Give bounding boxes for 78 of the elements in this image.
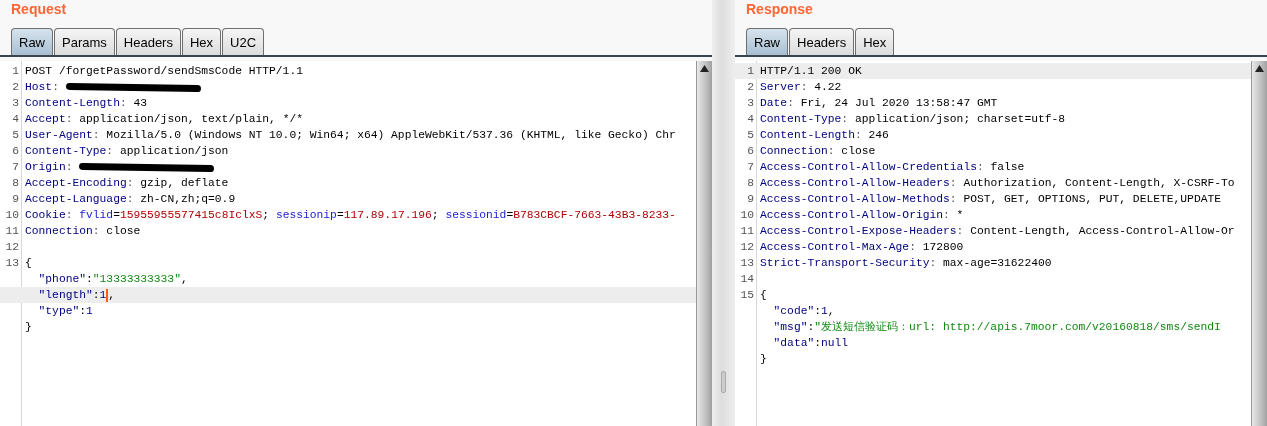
code-line: Date: Fri, 24 Jul 2020 13:58:47 GMT xyxy=(759,96,998,111)
line-number: 6 xyxy=(747,145,754,157)
code-line: Access-Control-Allow-Origin: * xyxy=(759,208,964,223)
line-number: 12 xyxy=(5,241,19,253)
line-number: 3 xyxy=(747,97,754,109)
code-line: Access-Control-Max-Age: 172800 xyxy=(759,240,964,255)
line-number: 9 xyxy=(747,193,754,205)
line-number: 2 xyxy=(12,81,19,93)
code-line: Connection: close xyxy=(759,144,876,159)
line-number: 8 xyxy=(747,177,754,189)
line-number: 5 xyxy=(747,129,754,141)
code-line: Content-Length: 43 xyxy=(24,96,148,111)
line-number: 13 xyxy=(740,257,754,269)
code-line: Accept-Language: zh-CN,zh;q=0.9 xyxy=(24,192,236,207)
code-line: "msg":"发送短信验证码：url: http://apis.7moor.com/v20160818/sms/sendI xyxy=(772,320,1221,335)
pane-title: Response xyxy=(745,0,814,19)
tab[interactable]: Params xyxy=(54,28,115,55)
line-number: 6 xyxy=(12,145,19,157)
code-line: Accept-Encoding: gzip, deflate xyxy=(24,176,229,191)
tab[interactable]: Hex xyxy=(181,28,222,55)
tab[interactable]: Hex xyxy=(855,28,895,55)
code-line: { xyxy=(759,288,767,303)
line-number: 14 xyxy=(740,273,754,285)
line-number: 3 xyxy=(12,97,19,109)
scrollbar[interactable] xyxy=(1251,61,1267,426)
up-arrow-icon[interactable] xyxy=(700,65,709,72)
code-line: "type":1 xyxy=(37,304,93,319)
code-line: HTTP/1.1 200 OK xyxy=(759,64,862,79)
code-line: Access-Control-Allow-Methods: POST, GET, OPTIONS, PUT, DELETE,UPDATE xyxy=(759,192,1221,207)
editor-panel[interactable] xyxy=(0,61,696,426)
code-line: "length":1 , xyxy=(37,287,116,303)
code-line: "phone":"13333333333", xyxy=(37,272,188,287)
pane-title: Request xyxy=(10,0,68,19)
code-line: } xyxy=(759,352,767,367)
tab[interactable]: Raw xyxy=(746,28,788,55)
code-line: Access-Control-Allow-Headers: Authorization, Content-Length, X-CSRF-To xyxy=(759,176,1235,191)
scrollbar[interactable] xyxy=(696,61,712,426)
editor-panel[interactable] xyxy=(735,61,1251,426)
code-line: "data":null xyxy=(772,336,849,351)
code-line: { xyxy=(24,256,32,271)
code-line: Content-Type: application/json xyxy=(24,144,229,159)
code-line: Content-Type: application/json; charset=utf-8 xyxy=(759,112,1066,127)
code-line: Access-Control-Expose-Headers: Content-Length, Access-Control-Allow-Or xyxy=(759,224,1235,239)
tab[interactable]: U2C xyxy=(222,28,265,55)
line-number: 1 xyxy=(12,65,19,77)
tab[interactable]: Raw xyxy=(11,28,53,55)
code-line: User-Agent: Mozilla/5.0 (Windows NT 10.0; Win64; x64) AppleWebKit/537.36 (KHTML, like Gecko) Chr xyxy=(24,128,676,143)
line-number: 12 xyxy=(740,241,754,253)
code-line: Accept: application/json, text/plain, */* xyxy=(24,112,303,127)
code-line: } xyxy=(24,320,32,335)
line-number: 1 xyxy=(747,65,754,77)
line-number: 4 xyxy=(747,113,754,125)
line-number: 10 xyxy=(5,209,19,221)
code-line: Access-Control-Allow-Credentials: false xyxy=(759,160,1025,175)
code-line: "code":1, xyxy=(772,304,835,319)
line-number: 11 xyxy=(740,225,754,237)
code-line: Origin: xyxy=(23,159,215,175)
code-line: Host: xyxy=(23,79,201,95)
line-number: 10 xyxy=(740,209,754,221)
line-number: 15 xyxy=(740,289,754,301)
code-line: Strict-Transport-Security: max-age=31622400 xyxy=(759,256,1052,271)
line-number: 8 xyxy=(12,177,19,189)
line-number: 7 xyxy=(747,161,754,173)
code-line: Content-Length: 246 xyxy=(759,128,889,143)
line-number: 13 xyxy=(5,257,19,269)
tab[interactable]: Headers xyxy=(115,28,181,55)
tab[interactable]: Headers xyxy=(789,28,855,55)
line-number: 2 xyxy=(747,81,754,93)
up-arrow-icon[interactable] xyxy=(1255,65,1264,72)
line-number: 5 xyxy=(12,129,19,141)
line-number: 9 xyxy=(12,193,19,205)
line-number: 4 xyxy=(12,113,19,125)
code-line: Connection: close xyxy=(24,224,141,239)
code-line: Server: 4.22 xyxy=(759,80,842,95)
code-line: POST /forgetPassword/sendSmsCode HTTP/1.1 xyxy=(24,64,303,79)
line-number: 11 xyxy=(5,225,19,237)
code-line: Cookie: fvlid=15955955577415c8IclxS; sessionip=117.89.17.196; sessionid=B783CBCF-7663-43B3-8233- xyxy=(24,208,676,223)
line-number: 7 xyxy=(12,161,19,173)
